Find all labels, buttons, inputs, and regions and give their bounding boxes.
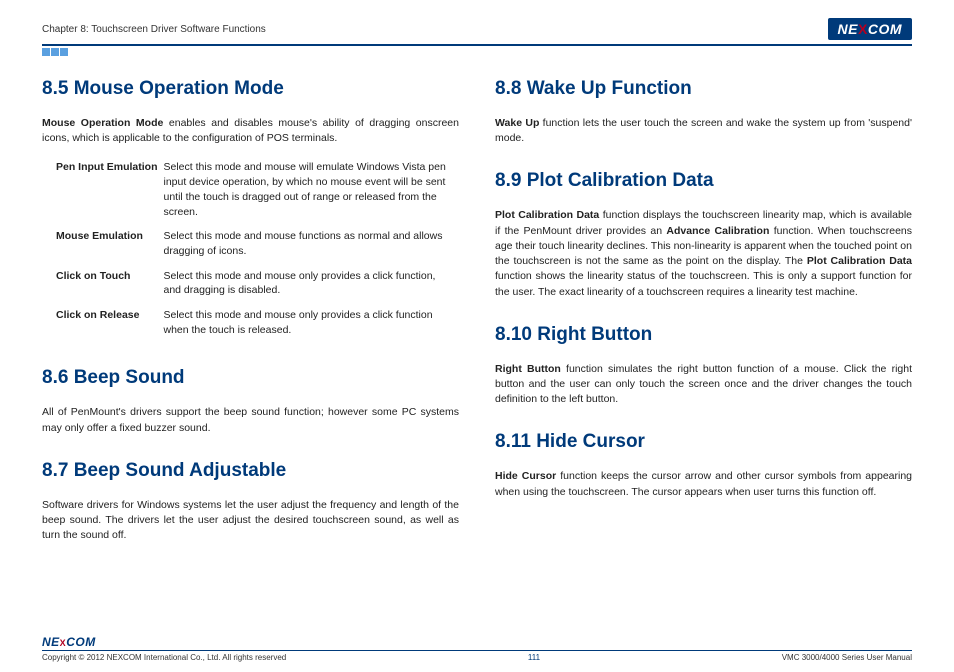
modes-table: Pen Input EmulationSelect this mode and … [56,156,459,343]
section-8-11-body: Hide Cursor function keeps the cursor ar… [495,469,912,499]
mode-desc: Select this mode and mouse functions as … [164,225,460,264]
page-number: 111 [528,653,540,662]
mode-label: Click on Touch [56,265,164,304]
hide-cursor-term: Hide Cursor [495,470,556,482]
mode-label: Mouse Emulation [56,225,164,264]
header-rule [42,44,912,46]
footer-logo: NEXCOM [42,635,912,649]
content-columns: 8.5 Mouse Operation Mode Mouse Operation… [42,78,912,543]
mode-desc: Select this mode and mouse only provides… [164,265,460,304]
wake-up-term: Wake Up [495,117,539,129]
logo-x: X [858,21,868,37]
body-rest: function lets the user touch the screen … [495,117,912,144]
mode-desc: Select this mode and mouse only provides… [164,304,460,343]
brand-logo: NEXCOM [828,18,912,40]
section-8-5-intro: Mouse Operation Mode enables and disable… [42,116,459,146]
chapter-title: Chapter 8: Touchscreen Driver Software F… [42,24,266,35]
heading-8-9: 8.9 Plot Calibration Data [495,170,912,192]
table-row: Click on ReleaseSelect this mode and mou… [56,304,459,343]
section-8-6-body: All of PenMount's drivers support the be… [42,405,459,435]
right-column: 8.8 Wake Up Function Wake Up function le… [495,78,912,543]
heading-8-8: 8.8 Wake Up Function [495,78,912,100]
plot-calib-term-2: Plot Calibration Data [807,255,912,267]
table-row: Pen Input EmulationSelect this mode and … [56,156,459,225]
footer-rule [42,650,912,651]
heading-8-11: 8.11 Hide Cursor [495,431,912,453]
section-8-9-body: Plot Calibration Data function displays … [495,208,912,299]
heading-8-6: 8.6 Beep Sound [42,367,459,389]
mode-desc: Select this mode and mouse will emulate … [164,156,460,225]
table-row: Click on TouchSelect this mode and mouse… [56,265,459,304]
section-8-10-body: Right Button function simulates the righ… [495,362,912,408]
mode-label: Pen Input Emulation [56,156,164,225]
copyright-text: Copyright © 2012 NEXCOM International Co… [42,653,286,662]
footer-logo-post: COM [66,635,96,649]
advance-calib-term: Advance Calibration [666,225,769,237]
mode-label: Click on Release [56,304,164,343]
decorative-squares [42,48,912,56]
section-8-8-body: Wake Up function lets the user touch the… [495,116,912,146]
right-button-term: Right Button [495,363,561,375]
logo-post: COM [868,21,902,37]
logo-pre: NE [838,21,858,37]
header: Chapter 8: Touchscreen Driver Software F… [42,18,912,40]
footer: NEXCOM Copyright © 2012 NEXCOM Internati… [42,635,912,662]
footer-logo-pre: NE [42,635,60,649]
heading-8-5: 8.5 Mouse Operation Mode [42,78,459,100]
section-8-7-body: Software drivers for Windows systems let… [42,498,459,544]
left-column: 8.5 Mouse Operation Mode Mouse Operation… [42,78,459,543]
manual-title: VMC 3000/4000 Series User Manual [782,653,912,662]
text-3: function shows the linearity status of t… [495,270,912,297]
table-row: Mouse EmulationSelect this mode and mous… [56,225,459,264]
heading-8-7: 8.7 Beep Sound Adjustable [42,460,459,482]
plot-calib-term-1: Plot Calibration Data [495,209,599,221]
body-rest: function keeps the cursor arrow and othe… [495,470,912,497]
heading-8-10: 8.10 Right Button [495,324,912,346]
mouse-operation-mode-term: Mouse Operation Mode [42,117,163,129]
footer-row: Copyright © 2012 NEXCOM International Co… [42,653,912,662]
